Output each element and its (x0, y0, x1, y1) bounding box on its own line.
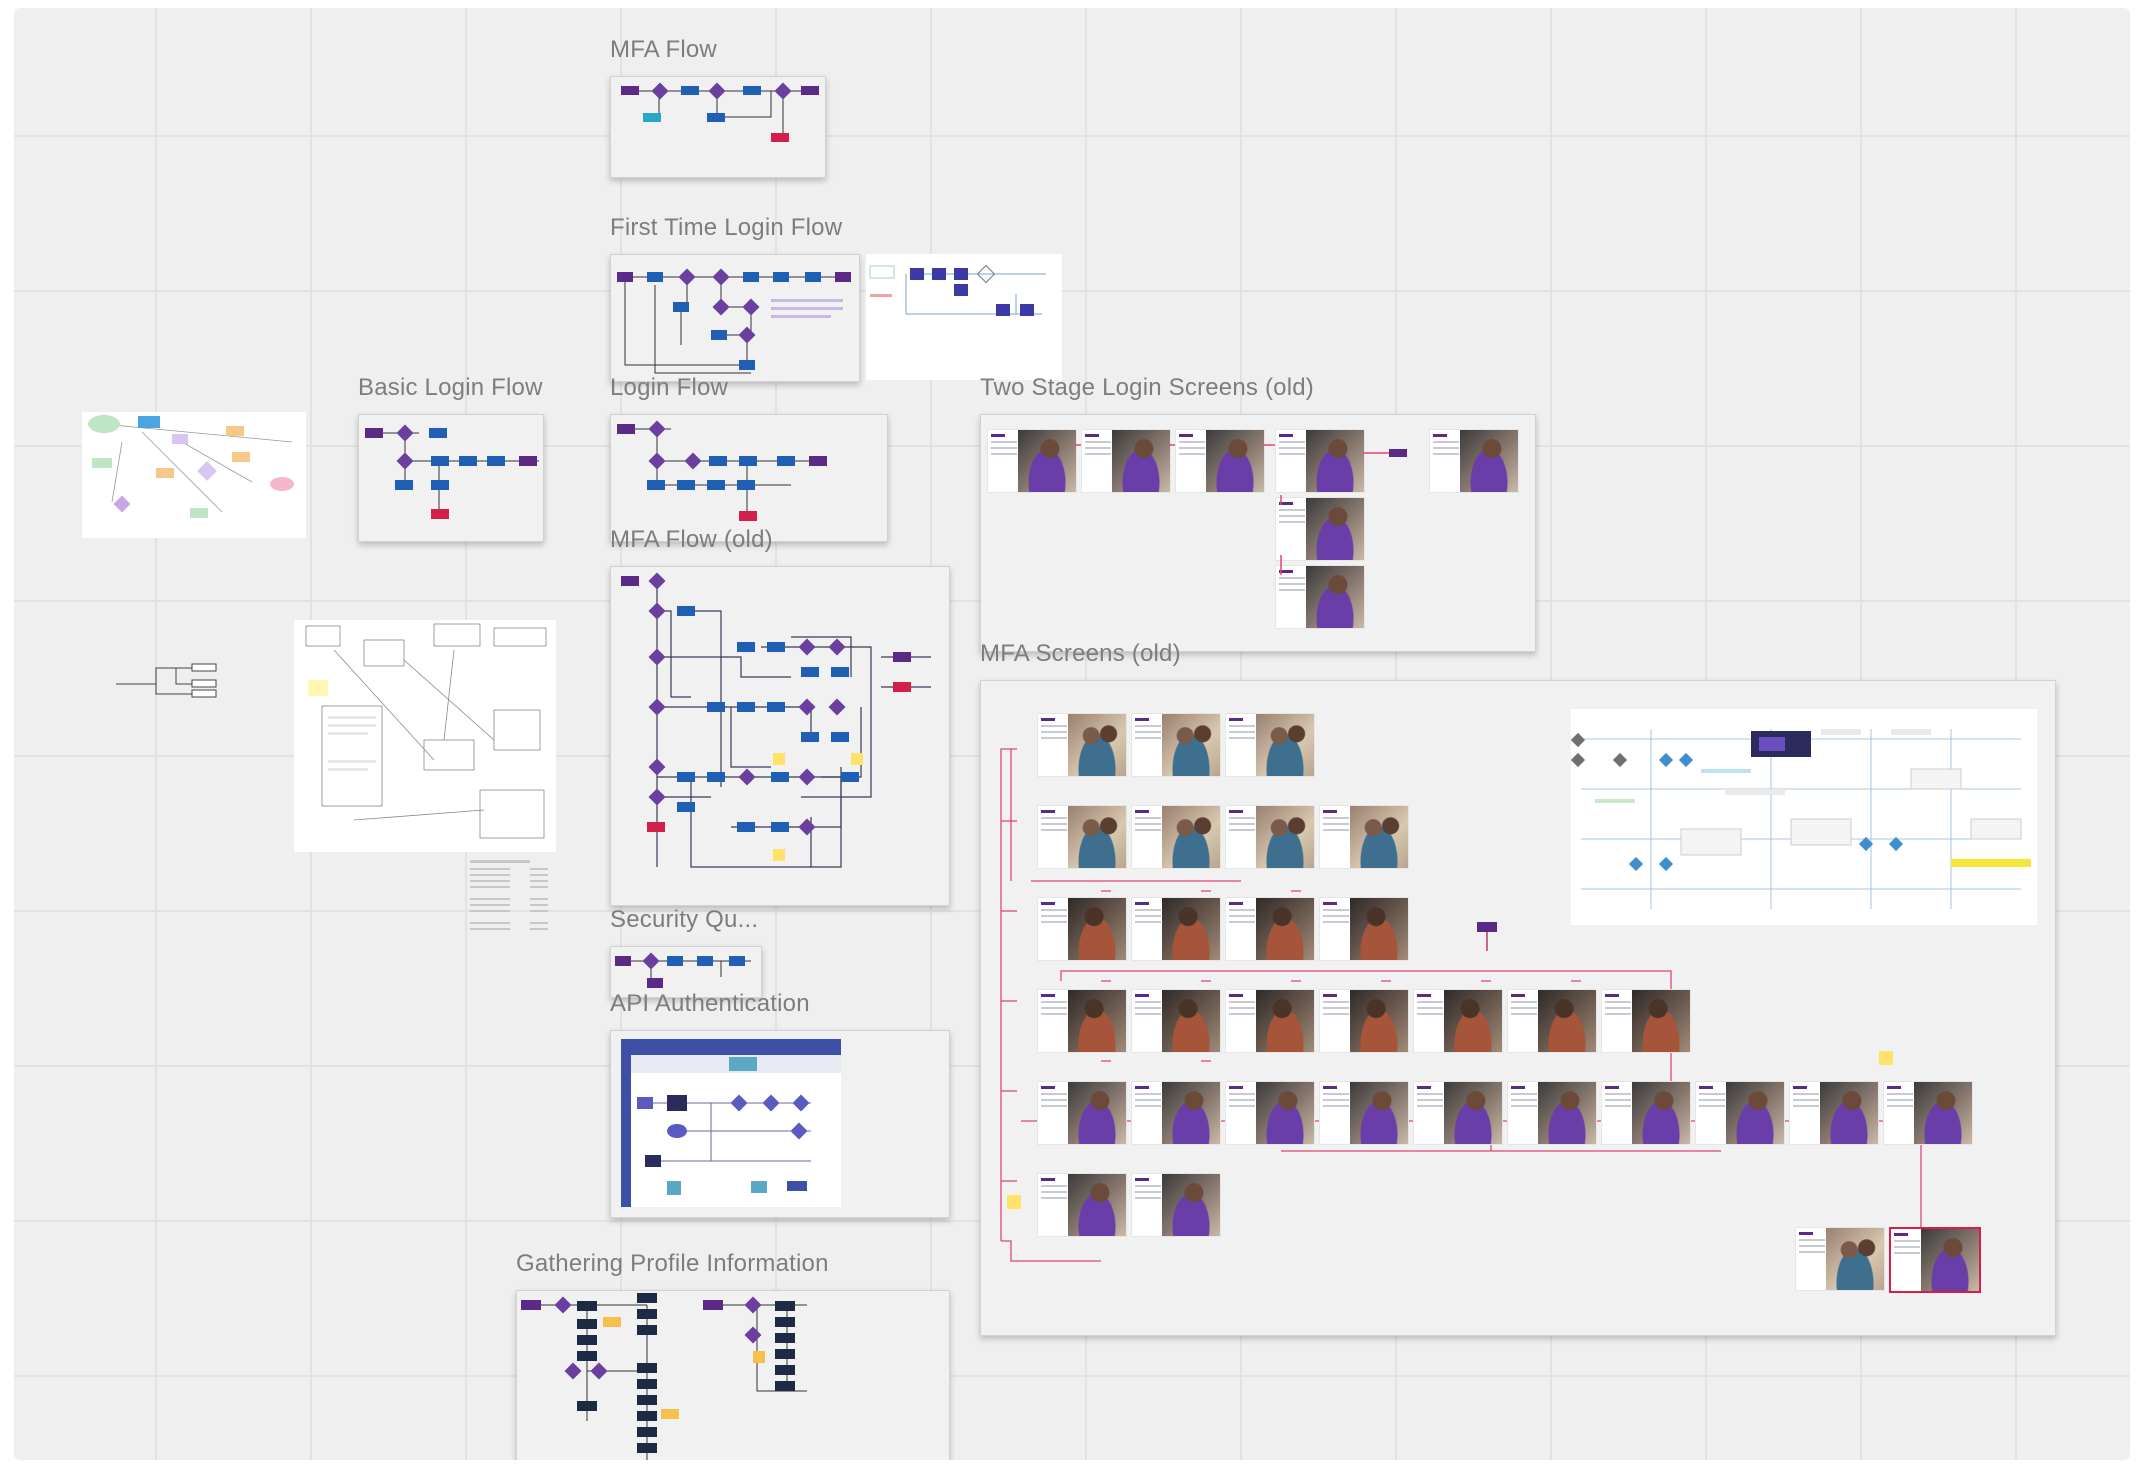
frame-title-mfa-screens-old[interactable]: MFA Screens (old) (980, 640, 1181, 668)
whiteboard-sketch[interactable] (82, 412, 306, 538)
screen-thumbnail-icon[interactable] (1319, 805, 1409, 869)
frame-title-mfa-flow[interactable]: MFA Flow (610, 36, 717, 64)
screen-thumbnail-icon[interactable] (1413, 989, 1503, 1053)
frame-title-api-authentication[interactable]: API Authentication (610, 990, 810, 1018)
screen-thumbnail-icon[interactable] (1225, 897, 1315, 961)
whiteboard-canvas[interactable]: MFA Flow First Time Login Flow Basic Log… (14, 8, 2130, 1460)
flow-diagram-icon (617, 268, 851, 374)
frame-title-basic-login-flow[interactable]: Basic Login Flow (358, 374, 543, 402)
frame-title-login-flow[interactable]: Login Flow (610, 374, 728, 402)
frame-two-stage-login-screens[interactable] (980, 414, 1536, 652)
screen-thumbnail-icon[interactable] (1037, 805, 1127, 869)
frame-mfa-screens-old[interactable] (980, 680, 2056, 1336)
text-notes[interactable] (470, 860, 554, 936)
flow-diagram-icon (617, 420, 827, 521)
screen-thumbnail-icon[interactable] (1883, 1081, 1973, 1145)
screen-thumbnail-icon[interactable] (1319, 989, 1409, 1053)
screen-thumbnail-icon[interactable] (1601, 989, 1691, 1053)
screen-thumbnail-icon[interactable] (1695, 1081, 1785, 1145)
screen-thumbnail-icon[interactable] (1037, 897, 1127, 961)
selected-screen-thumbnail-icon[interactable] (1889, 1227, 1981, 1293)
screen-thumbnail-icon[interactable] (1601, 1081, 1691, 1145)
screen-thumbnail-icon[interactable] (1225, 713, 1315, 777)
flow-diagram-icon (621, 82, 819, 142)
screen-thumbnail-icon[interactable] (1507, 989, 1597, 1053)
screen-thumbnail-icon[interactable] (1131, 713, 1221, 777)
screen-thumbnail-icon[interactable] (1131, 897, 1221, 961)
connector-lines (1075, 444, 1407, 575)
frame-title-first-time-login-flow[interactable]: First Time Login Flow (610, 214, 842, 242)
screen-thumbnail-icon[interactable] (1795, 1227, 1885, 1291)
screen-thumbnail-icon[interactable] (1413, 1081, 1503, 1145)
screen-thumbnail-icon[interactable] (1131, 989, 1221, 1053)
screen-thumbnail-icon[interactable] (1789, 1081, 1879, 1145)
screen-thumbnail-icon[interactable] (1319, 1081, 1409, 1145)
embedded-wireframe[interactable] (1571, 709, 2037, 925)
frame-title-security-questions[interactable]: Security Qu... (610, 906, 758, 934)
frame-basic-login-flow[interactable] (358, 414, 544, 542)
frame-title-two-stage-login-screens[interactable]: Two Stage Login Screens (old) (980, 374, 1314, 402)
frame-api-authentication[interactable] (610, 1030, 950, 1218)
flow-diagram-icon (305, 623, 547, 839)
flow-diagram-icon (1571, 729, 2031, 909)
flow-diagram-sketch[interactable] (866, 254, 1062, 380)
flow-diagram-icon (116, 663, 217, 698)
flow-diagram-icon (88, 415, 294, 518)
flow-diagram-icon (621, 1039, 841, 1207)
frame-login-flow[interactable] (610, 414, 888, 542)
screen-thumbnail-icon[interactable] (1131, 1081, 1221, 1145)
frame-title-mfa-flow-old[interactable]: MFA Flow (old) (610, 526, 773, 554)
screen-thumbnail-icon[interactable] (1225, 805, 1315, 869)
screen-thumbnail-icon[interactable] (1037, 1173, 1127, 1237)
screen-thumbnail-icon[interactable] (1037, 989, 1127, 1053)
flow-diagram-icon (621, 572, 931, 868)
screen-thumbnail-icon[interactable] (1225, 989, 1315, 1053)
screen-thumbnail-icon[interactable] (1037, 713, 1127, 777)
frame-first-time-login-flow[interactable] (610, 254, 860, 382)
flow-diagram-icon (365, 424, 539, 519)
screen-thumbnail-icon[interactable] (1131, 805, 1221, 869)
flow-diagram-icon (521, 1293, 807, 1460)
frame-mfa-flow[interactable] (610, 76, 826, 178)
frame-title-gathering-profile-information[interactable]: Gathering Profile Information (516, 1250, 829, 1278)
frame-gathering-profile-information[interactable] (516, 1290, 950, 1460)
screen-thumbnail-icon[interactable] (1225, 1081, 1315, 1145)
flow-diagram-icon (869, 264, 1046, 316)
frame-mfa-flow-old[interactable] (610, 566, 950, 906)
screen-thumbnail-icon[interactable] (1319, 897, 1409, 961)
screen-thumbnail-icon[interactable] (1037, 1081, 1127, 1145)
screen-thumbnail-icon[interactable] (1507, 1081, 1597, 1145)
wireframe-sketch[interactable] (294, 620, 556, 852)
screen-thumbnail-icon[interactable] (1131, 1173, 1221, 1237)
text-block-icon (470, 860, 548, 930)
tree-diagram[interactable] (116, 658, 226, 698)
